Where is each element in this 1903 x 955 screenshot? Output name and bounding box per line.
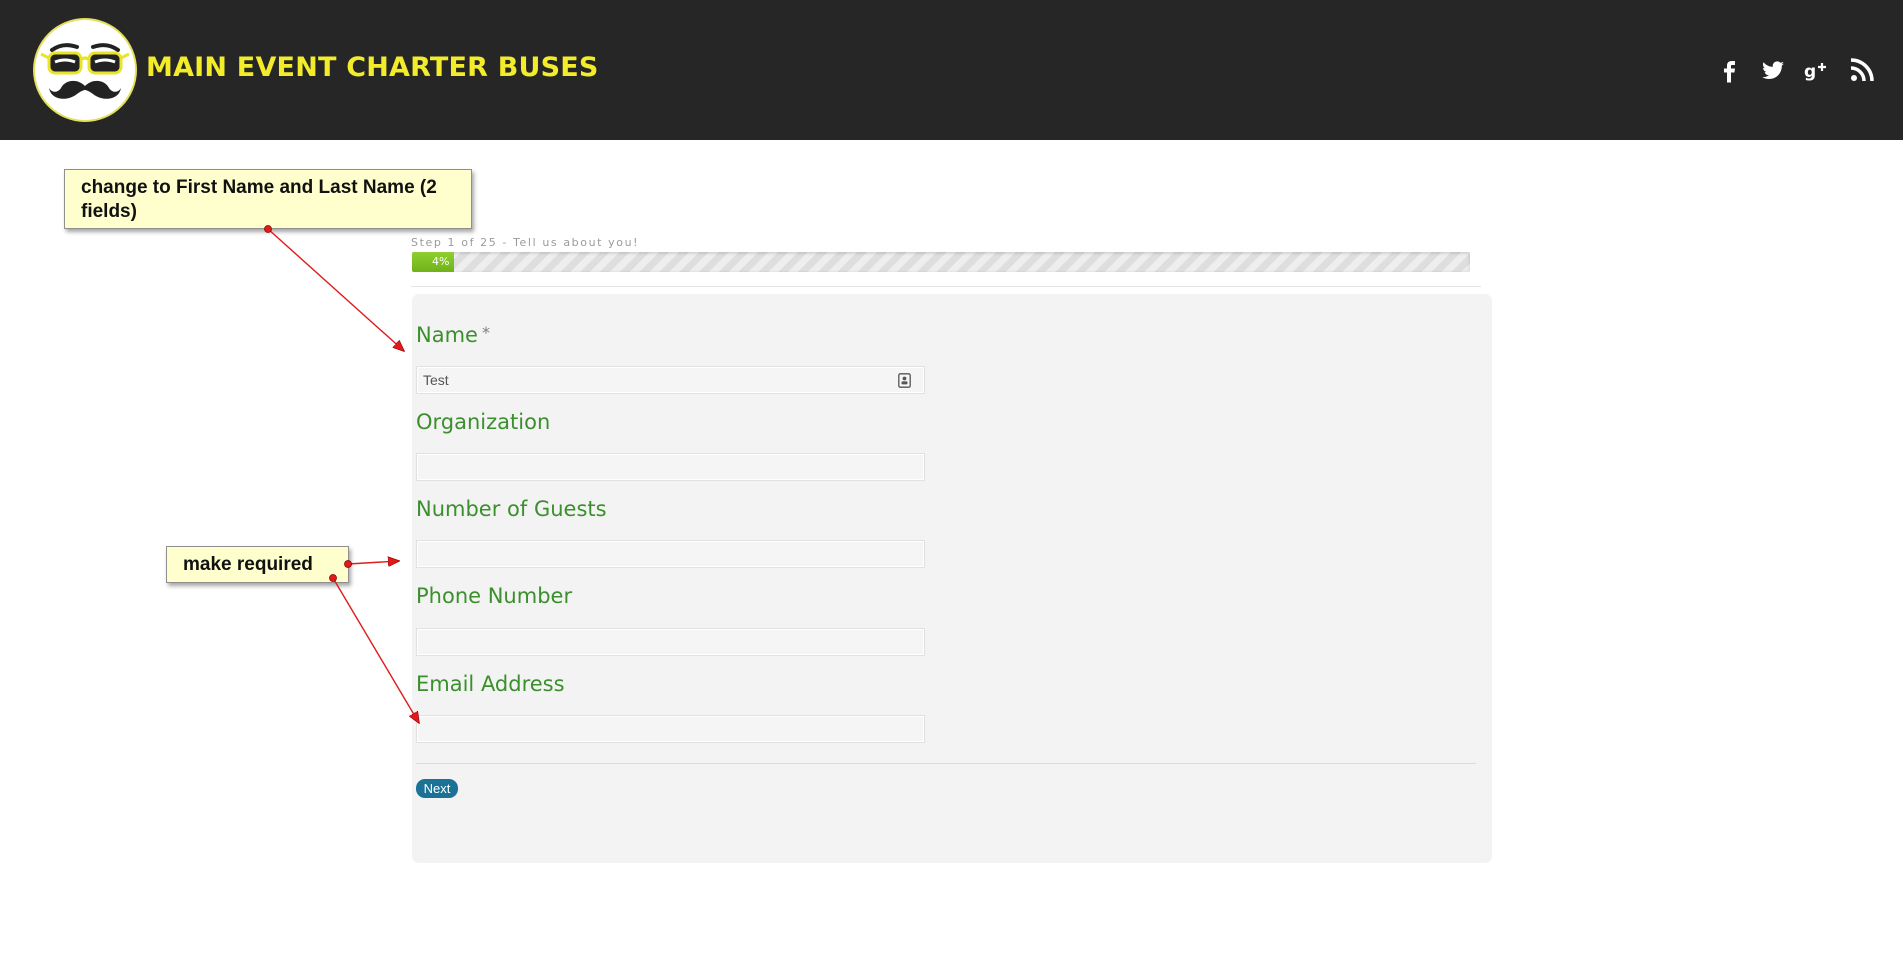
annotation-name-fields: change to First Name and Last Name (2 fi…	[64, 169, 472, 229]
email-address-input[interactable]	[416, 715, 925, 743]
organization-input[interactable]	[416, 453, 925, 481]
email-address-label: Email Address	[416, 672, 565, 696]
twitter-icon[interactable]	[1759, 56, 1787, 84]
annotation-make-required: make required	[166, 546, 349, 583]
organization-label: Organization	[416, 410, 551, 434]
required-mark: *	[481, 323, 490, 342]
name-input[interactable]	[416, 366, 925, 394]
page: MAIN EVENT CHARTER BUSES g Step 1 of 25 …	[0, 0, 1903, 955]
arrow-to-guests-field	[344, 561, 400, 568]
form-divider	[416, 763, 1476, 764]
google-plus-icon[interactable]: g	[1803, 56, 1831, 84]
svg-text:g: g	[1804, 62, 1816, 82]
step-indicator: Step 1 of 25 - Tell us about you!	[411, 236, 640, 249]
divider	[411, 286, 1481, 287]
brand-title[interactable]: MAIN EVENT CHARTER BUSES	[146, 52, 599, 83]
phone-number-label: Phone Number	[416, 584, 573, 608]
arrow-to-email-field	[329, 574, 420, 724]
contact-card-icon[interactable]	[898, 373, 911, 388]
progress-percent: 4%	[432, 255, 450, 268]
rss-icon[interactable]	[1848, 56, 1876, 84]
name-label: Name *	[416, 323, 490, 347]
site-header: MAIN EVENT CHARTER BUSES g	[0, 0, 1903, 140]
facebook-icon[interactable]	[1716, 56, 1744, 84]
next-button[interactable]: Next	[416, 779, 458, 798]
number-of-guests-label: Number of Guests	[416, 497, 607, 521]
arrow-to-name-field	[264, 225, 405, 352]
mustache-glasses-logo-icon[interactable]	[35, 20, 135, 120]
progress-bar	[412, 252, 1470, 272]
phone-number-input[interactable]	[416, 628, 925, 656]
number-of-guests-input[interactable]	[416, 540, 925, 568]
